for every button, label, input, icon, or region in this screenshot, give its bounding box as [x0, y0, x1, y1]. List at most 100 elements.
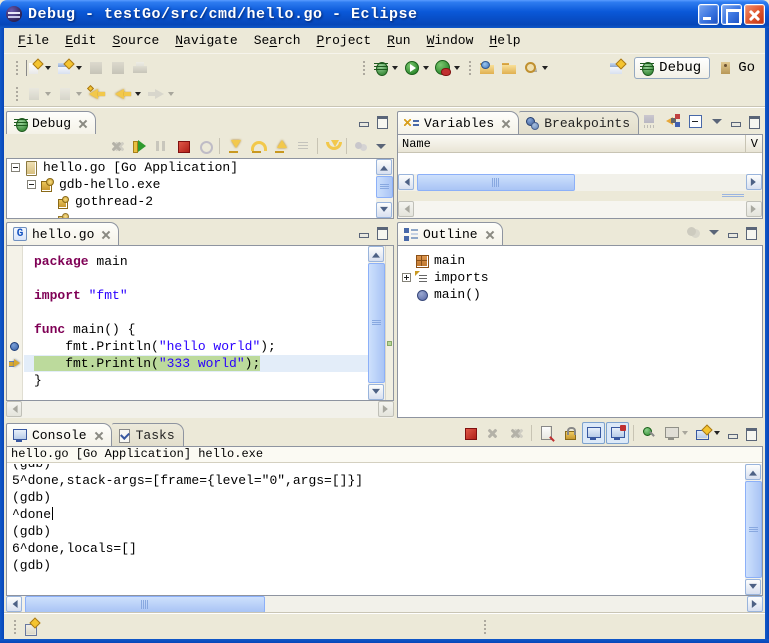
show-logical-structures-button[interactable]	[662, 110, 684, 132]
remove-all-terminated-button[interactable]	[505, 422, 527, 444]
variables-horizontal-scrollbar[interactable]	[398, 174, 762, 191]
scroll-left-button[interactable]	[6, 596, 22, 612]
menu-item-help[interactable]: Help	[481, 30, 528, 51]
perspective-go-button[interactable]: Go	[716, 58, 757, 78]
fast-view-button[interactable]	[21, 616, 42, 638]
show-stdout-changes-button[interactable]	[582, 422, 605, 444]
tab-breakpoints[interactable]: Breakpoints	[519, 111, 639, 134]
variables-table-header[interactable]: Name V	[398, 135, 762, 153]
menu-item-run[interactable]: Run	[379, 30, 418, 51]
pin-console-button[interactable]	[638, 422, 660, 444]
minimize-view-button[interactable]	[355, 110, 372, 132]
code-line[interactable]: fmt.Println("hello world");	[24, 338, 368, 355]
menu-item-navigate[interactable]: Navigate	[167, 30, 245, 51]
debug-tree-vertical-scrollbar[interactable]	[376, 159, 393, 218]
close-icon[interactable]	[78, 119, 87, 128]
outline-tree[interactable]: mainimportsmain()	[398, 246, 762, 417]
collapse-all-button[interactable]	[685, 110, 707, 132]
step-return-button[interactable]	[269, 135, 292, 157]
debug-launch-button[interactable]	[370, 57, 401, 79]
view-menu-button[interactable]	[708, 110, 726, 132]
open-perspective-button[interactable]	[606, 57, 628, 79]
scroll-right-button[interactable]	[746, 174, 762, 190]
code-line[interactable]	[24, 270, 368, 287]
expander-plus-icon[interactable]	[402, 273, 411, 282]
value-column-header[interactable]: V	[745, 135, 758, 152]
display-selected-console-button[interactable]	[661, 422, 691, 444]
tab-debug[interactable]: Debug	[6, 111, 96, 134]
remove-launch-button[interactable]	[482, 422, 504, 444]
menu-item-search[interactable]: Search	[246, 30, 309, 51]
scroll-left-button[interactable]	[6, 401, 22, 417]
suspend-button[interactable]	[150, 135, 172, 157]
terminate-button[interactable]	[459, 422, 481, 444]
scrollbar-thumb[interactable]	[745, 481, 762, 578]
toolbar-grip[interactable]	[14, 59, 19, 77]
expander-minus-icon[interactable]	[11, 163, 20, 172]
watch-button[interactable]	[350, 135, 372, 157]
tab-outline[interactable]: Outline	[397, 222, 503, 245]
gutter-cell[interactable]	[7, 355, 22, 372]
view-menu-button[interactable]	[372, 135, 390, 157]
tab-tasks[interactable]: Tasks	[112, 423, 184, 446]
title-bar[interactable]: Debug - testGo/src/cmd/hello.go - Eclips…	[0, 0, 769, 28]
close-icon[interactable]	[94, 431, 103, 440]
overview-annotation-marker[interactable]	[387, 341, 392, 346]
new-button[interactable]	[23, 57, 54, 79]
gutter-cell[interactable]	[7, 321, 22, 338]
gutter-cell[interactable]	[7, 270, 22, 287]
next-annotation-button[interactable]	[23, 83, 54, 105]
code-line[interactable]: package main	[24, 253, 368, 270]
scrollbar-thumb[interactable]	[25, 596, 265, 613]
editor-horizontal-scrollbar[interactable]	[6, 401, 394, 418]
expander-minus-icon[interactable]	[27, 180, 36, 189]
minimize-view-button[interactable]	[724, 221, 741, 243]
debug-tree-item[interactable]	[7, 210, 376, 218]
gutter-cell[interactable]	[7, 372, 22, 389]
run-button[interactable]	[401, 57, 432, 79]
scrollbar-thumb[interactable]	[417, 174, 575, 191]
maximize-view-button[interactable]	[373, 110, 390, 132]
maximize-view-button[interactable]	[373, 221, 390, 243]
scroll-left-button[interactable]	[398, 174, 414, 190]
link-with-editor-button[interactable]	[682, 221, 704, 243]
console-text-area[interactable]: (gdb)5^done,stack-args=[frame={level="0"…	[7, 464, 745, 595]
print-button[interactable]	[129, 57, 151, 79]
toolbar-grip[interactable]	[361, 59, 366, 77]
toolbar-grip[interactable]	[14, 85, 19, 103]
debug-tree-item-gdb-hello-exe[interactable]: gdb-hello.exe	[7, 176, 376, 193]
code-line[interactable]: fmt.Println("333 world");	[24, 355, 368, 372]
scroll-up-button[interactable]	[745, 464, 761, 480]
gutter-cell[interactable]	[7, 338, 22, 355]
run-last-button[interactable]	[432, 57, 463, 79]
new-wizard-button[interactable]	[54, 57, 85, 79]
code-line[interactable]	[24, 304, 368, 321]
gutter-cell[interactable]	[7, 287, 22, 304]
name-column-header[interactable]: Name	[402, 137, 431, 151]
debug-tree-item-gothread-2[interactable]: gothread-2	[7, 193, 376, 210]
gutter-cell[interactable]	[7, 304, 22, 321]
scroll-up-button[interactable]	[376, 159, 392, 175]
step-over-button[interactable]	[246, 135, 269, 157]
outline-item-main[interactable]: main()	[398, 286, 762, 303]
statusbar-grip[interactable]	[12, 618, 17, 636]
open-folder-button[interactable]	[498, 57, 520, 79]
instruction-stepping-button[interactable]	[292, 135, 314, 157]
scrollbar-thumb[interactable]	[376, 176, 393, 198]
perspective-debug-button[interactable]: Debug	[634, 57, 710, 79]
console-vertical-scrollbar[interactable]	[745, 464, 762, 595]
outline-item-imports[interactable]: imports	[398, 269, 762, 286]
menu-item-source[interactable]: Source	[104, 30, 167, 51]
code-line[interactable]: import "fmt"	[24, 287, 368, 304]
scroll-right-button[interactable]	[747, 596, 763, 612]
minimize-window-button[interactable]	[698, 4, 719, 25]
step-into-button[interactable]	[223, 135, 246, 157]
minimize-view-button[interactable]	[724, 422, 741, 444]
close-icon[interactable]	[101, 230, 110, 239]
overview-ruler[interactable]	[385, 246, 393, 400]
scrollbar-thumb[interactable]	[368, 263, 385, 383]
debug-tree[interactable]: hello.go [Go Application]gdb-hello.exego…	[7, 159, 376, 218]
resume-button[interactable]	[128, 135, 150, 157]
scroll-down-button[interactable]	[745, 579, 761, 595]
view-menu-button[interactable]	[705, 221, 723, 243]
